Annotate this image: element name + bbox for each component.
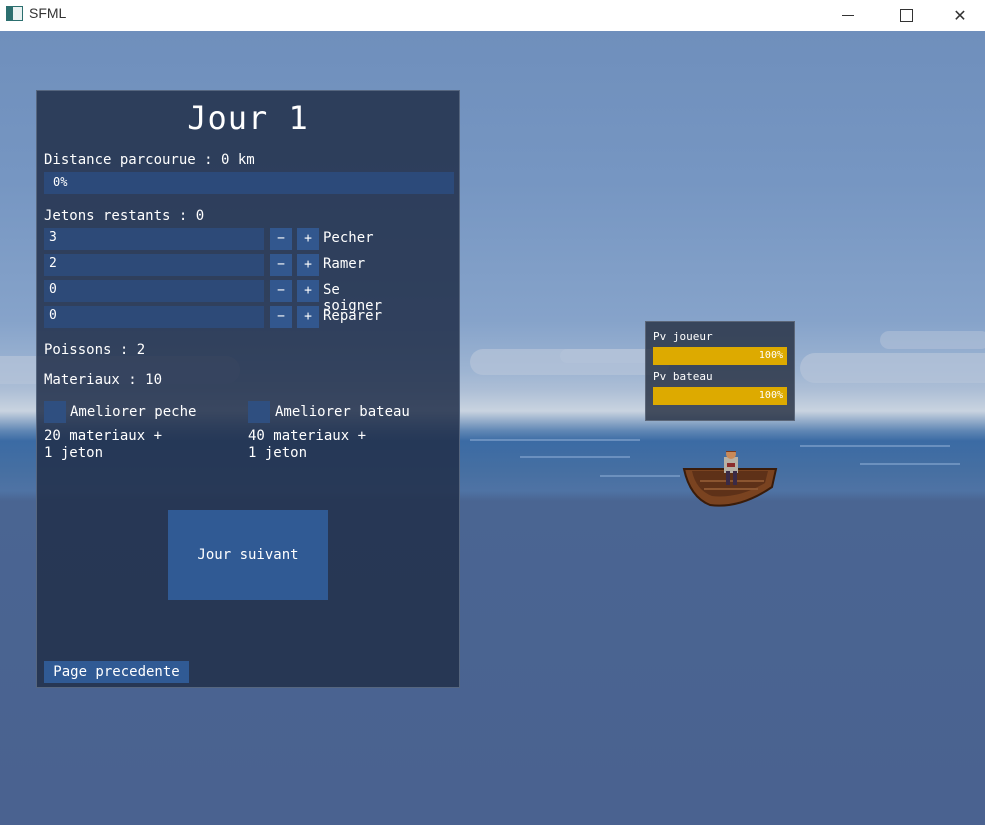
action-value-field[interactable]: 0 bbox=[44, 280, 264, 302]
upgrade-boat-checkbox[interactable] bbox=[248, 401, 270, 423]
minimize-icon bbox=[842, 15, 854, 16]
previous-page-button[interactable]: Page precedente bbox=[44, 661, 189, 683]
materials-count: Materiaux : 10 bbox=[44, 372, 163, 388]
game-scene: Pv joueur 100% Pv bateau 100% Jour 1 Dis… bbox=[0, 31, 985, 825]
player-hp-percent: 100% bbox=[758, 350, 783, 361]
action-value: 0 bbox=[49, 308, 57, 323]
window-titlebar: SFML ✕ bbox=[0, 0, 985, 31]
action-value-field[interactable]: 3 bbox=[44, 228, 264, 250]
cloud bbox=[800, 353, 985, 383]
minimize-button[interactable] bbox=[819, 0, 877, 31]
increase-button[interactable]: + bbox=[297, 254, 319, 276]
day-title: Jour 1 bbox=[187, 99, 309, 137]
next-day-button[interactable]: Jour suivant bbox=[168, 510, 328, 600]
action-label: Pecher bbox=[323, 230, 374, 246]
cloud bbox=[880, 331, 985, 349]
player-hp-bar: 100% bbox=[653, 347, 787, 365]
decrease-button[interactable]: − bbox=[270, 228, 292, 250]
close-button[interactable]: ✕ bbox=[935, 0, 985, 31]
window-title: SFML bbox=[29, 5, 67, 21]
decrease-button[interactable]: − bbox=[270, 306, 292, 328]
boat-hp-percent: 100% bbox=[758, 390, 783, 401]
upgrade-fishing-checkbox[interactable] bbox=[44, 401, 66, 423]
action-value: 0 bbox=[49, 282, 57, 297]
day-panel: Jour 1 Distance parcourue : 0 km 0% Jeto… bbox=[36, 90, 460, 688]
distance-progress-text: 0% bbox=[53, 175, 68, 189]
wave bbox=[600, 475, 680, 477]
cost-line: 1 jeton bbox=[44, 445, 104, 461]
boat-hp-label: Pv bateau bbox=[653, 370, 713, 383]
increase-button[interactable]: + bbox=[297, 228, 319, 250]
increase-button[interactable]: + bbox=[297, 306, 319, 328]
upgrade-fishing-cost: 20 materiaux + 1 jeton bbox=[44, 428, 162, 462]
player-hp-label: Pv joueur bbox=[653, 330, 713, 343]
decrease-button[interactable]: − bbox=[270, 280, 292, 302]
wave bbox=[470, 439, 640, 441]
wave bbox=[800, 445, 950, 447]
tokens-label: Jetons restants : 0 bbox=[44, 208, 205, 224]
cost-line: 20 materiaux + bbox=[44, 428, 163, 444]
distance-progress-bar: 0% bbox=[44, 172, 454, 194]
wave bbox=[520, 456, 630, 458]
close-icon: ✕ bbox=[953, 6, 967, 25]
cost-line: 40 materiaux + bbox=[248, 428, 367, 444]
upgrade-boat-cost: 40 materiaux + 1 jeton bbox=[248, 428, 366, 462]
action-value: 2 bbox=[49, 256, 57, 271]
upgrade-boat-label: Ameliorer bateau bbox=[275, 404, 410, 420]
distance-label: Distance parcourue : 0 km bbox=[44, 152, 255, 168]
maximize-button[interactable] bbox=[877, 0, 935, 31]
cost-line: 1 jeton bbox=[248, 445, 308, 461]
increase-button[interactable]: + bbox=[297, 280, 319, 302]
fish-count: Poissons : 2 bbox=[44, 342, 146, 358]
maximize-icon bbox=[899, 9, 913, 22]
app-icon bbox=[6, 6, 23, 21]
action-value: 3 bbox=[49, 230, 57, 245]
action-value-field[interactable]: 2 bbox=[44, 254, 264, 276]
action-value-field[interactable]: 0 bbox=[44, 306, 264, 328]
upgrade-fishing-label: Ameliorer peche bbox=[70, 404, 197, 420]
wave bbox=[860, 463, 960, 465]
action-label: Ramer bbox=[323, 256, 366, 272]
decrease-button[interactable]: − bbox=[270, 254, 292, 276]
boat-sprite bbox=[682, 451, 778, 507]
action-label: Reparer bbox=[323, 308, 383, 324]
boat-hp-bar: 100% bbox=[653, 387, 787, 405]
health-panel: Pv joueur 100% Pv bateau 100% bbox=[645, 321, 795, 421]
